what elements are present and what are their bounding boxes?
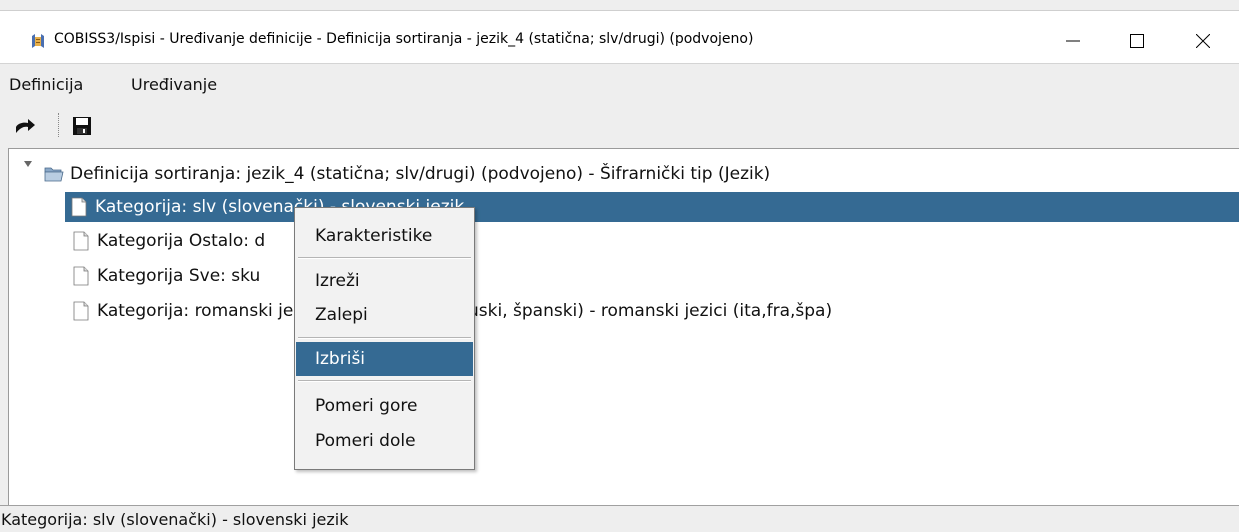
app-window: COBISS3/Ispisi - Uređivanje definicije -… — [0, 0, 1239, 532]
tree-root-label: Definicija sortiranja: jezik_4 (statična… — [70, 164, 771, 184]
document-icon — [73, 231, 89, 251]
exit-button[interactable] — [14, 115, 36, 137]
context-item-pomeri-dole[interactable]: Pomeri dole — [296, 424, 473, 458]
close-icon — [1196, 34, 1210, 48]
tree-node-ostalo[interactable]: Kategorija Ostalo: d — [67, 226, 265, 256]
tree-node-label: Kategorija Sve: sku — [97, 266, 261, 286]
collapse-arrow-icon[interactable] — [23, 159, 33, 169]
tree-root-node[interactable]: Definicija sortiranja: jezik_4 (statična… — [44, 159, 770, 189]
menu-uredivanje[interactable]: Uređivanje — [131, 75, 217, 94]
status-text: Kategorija: slv (slovenački) - slovenski… — [1, 510, 349, 529]
context-item-izrezi[interactable]: Izreži — [296, 264, 473, 298]
minimize-icon — [1066, 40, 1080, 42]
maximize-icon — [1130, 34, 1144, 48]
toolbar — [0, 103, 1239, 145]
tree-node-label: Kategorija Ostalo: d — [97, 231, 266, 251]
document-icon — [71, 197, 87, 217]
window-title: COBISS3/Ispisi - Uređivanje definicije -… — [54, 31, 754, 47]
context-item-izbrisi[interactable]: Izbriši — [296, 342, 473, 376]
save-icon — [73, 117, 91, 135]
save-button[interactable] — [71, 115, 93, 137]
document-icon — [73, 266, 89, 286]
exit-icon — [16, 119, 35, 133]
tree-node-sve[interactable]: Kategorija Sve: sku — [67, 261, 260, 291]
context-item-zalepi[interactable]: Zalepi — [296, 298, 473, 332]
open-folder-icon — [44, 167, 64, 182]
tree-panel[interactable]: Definicija sortiranja: jezik_4 (statična… — [8, 148, 1239, 506]
tree-node-slv[interactable]: Kategorija: slv (slovenački) - slovenski… — [65, 192, 1239, 222]
document-icon — [73, 301, 89, 321]
context-separator — [298, 380, 471, 382]
context-separator — [298, 337, 471, 339]
minimize-button[interactable] — [1050, 21, 1096, 61]
toolbar-separator — [58, 113, 61, 137]
context-menu: Karakteristike Izreži Zalepi Izbriši Pom… — [294, 207, 475, 470]
close-button[interactable] — [1180, 21, 1226, 61]
maximize-button[interactable] — [1114, 21, 1160, 61]
context-item-pomeri-gore[interactable]: Pomeri gore — [296, 389, 473, 423]
menu-definicija[interactable]: Definicija — [9, 75, 83, 94]
context-item-karakteristike[interactable]: Karakteristike — [296, 219, 473, 253]
cobiss-app-icon — [32, 34, 44, 48]
menu-bar: Definicija Uređivanje — [0, 63, 1239, 104]
title-bar[interactable]: COBISS3/Ispisi - Uređivanje definicije -… — [0, 10, 1239, 64]
status-bar: Kategorija: slv (slovenački) - slovenski… — [0, 505, 1239, 532]
context-separator — [298, 257, 471, 259]
